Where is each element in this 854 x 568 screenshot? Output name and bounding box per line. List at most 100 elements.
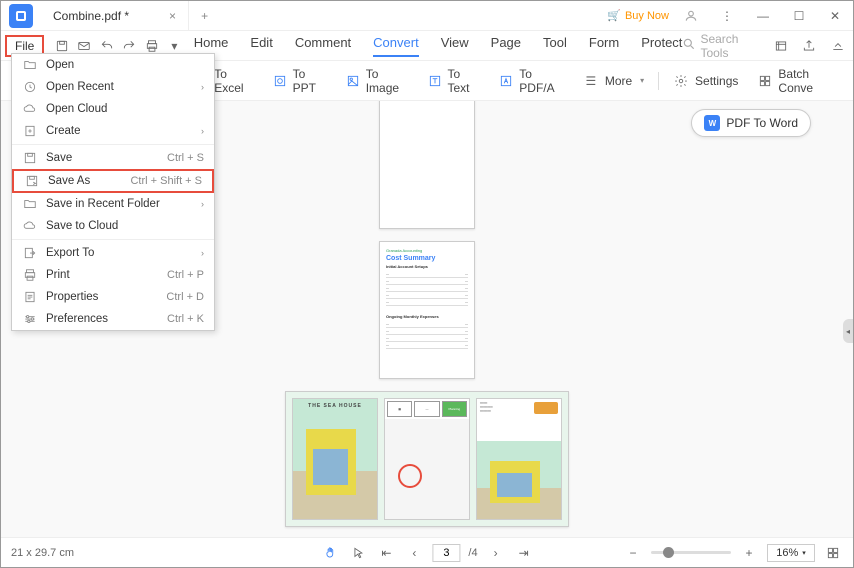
- cloud-icon: [22, 102, 38, 116]
- more-label: More: [605, 74, 632, 88]
- to-text-label: To Text: [448, 67, 480, 95]
- page-thumbnail-3[interactable]: THE SEA HOUSE ▦ — Planning ━━━━━━━━━━━━━…: [285, 391, 569, 527]
- minimize-button[interactable]: —: [749, 2, 777, 30]
- settings-button[interactable]: Settings: [665, 69, 746, 93]
- batch-convert-label: Batch Conve: [778, 67, 837, 95]
- tab-tool[interactable]: Tool: [543, 35, 567, 57]
- image-icon: [346, 73, 360, 89]
- menu-open-recent-label: Open Recent: [46, 81, 201, 93]
- open-file-icon[interactable]: [770, 34, 792, 58]
- table-row: ——: [386, 342, 468, 349]
- ppt-icon: [273, 73, 287, 89]
- search-tools[interactable]: Search Tools: [682, 32, 763, 60]
- menu-open-recent[interactable]: Open Recent›: [12, 76, 214, 98]
- zoom-in-button[interactable]: +: [739, 543, 759, 563]
- to-pdfa-button[interactable]: To PDF/A: [491, 63, 571, 99]
- to-ppt-button[interactable]: To PPT: [265, 63, 334, 99]
- titlebar: Combine.pdf * × + 🛒 Buy Now ⋮ — ☐ ✕: [1, 1, 853, 31]
- menu-open-label: Open: [46, 59, 204, 71]
- tab-convert[interactable]: Convert: [373, 35, 419, 57]
- menu-print-shortcut: Ctrl + P: [167, 269, 204, 281]
- menu-save-cloud[interactable]: Save to Cloud: [12, 215, 214, 237]
- file-label: File: [15, 39, 34, 53]
- close-tab-icon[interactable]: ×: [169, 9, 176, 23]
- file-dropdown-menu: Open Open Recent› Open Cloud Create› Sav…: [11, 53, 215, 331]
- zoom-level-display[interactable]: 16%▾: [767, 544, 815, 562]
- chevron-right-icon: ›: [201, 248, 204, 258]
- more-icon[interactable]: ⋮: [713, 2, 741, 30]
- menu-create[interactable]: Create›: [12, 120, 214, 142]
- page-dimensions: 21 x 29.7 cm: [11, 547, 74, 559]
- select-tool-icon[interactable]: [348, 543, 368, 563]
- hand-tool-icon[interactable]: [320, 543, 340, 563]
- menu-export-to[interactable]: Export To›: [12, 242, 214, 264]
- pdf-to-word-button[interactable]: W PDF To Word: [691, 109, 811, 137]
- menu-properties[interactable]: PropertiesCtrl + D: [12, 286, 214, 308]
- menu-save-cloud-label: Save to Cloud: [46, 220, 204, 232]
- page-thumbnail-2[interactable]: Granada Accounting Cost Summary Initial …: [379, 241, 475, 379]
- menu-print[interactable]: PrintCtrl + P: [12, 264, 214, 286]
- page2-header: Granada Accounting: [386, 248, 468, 253]
- page2-subtitle-2: Ongoing Monthly Expenses: [386, 314, 468, 319]
- collapse-ribbon-icon[interactable]: [827, 34, 849, 58]
- menu-preferences-shortcut: Ctrl + K: [167, 313, 204, 325]
- page-thumbnail-1[interactable]: ━━━━━━━━━━━━: [379, 101, 475, 229]
- tab-form[interactable]: Form: [589, 35, 619, 57]
- user-icon[interactable]: [677, 2, 705, 30]
- to-text-button[interactable]: To Text: [420, 63, 488, 99]
- page3-panel-3: ━━━━━━━━━━━━━━━━━: [476, 398, 562, 520]
- export-icon: [22, 246, 38, 260]
- gear-icon: [673, 73, 689, 89]
- tab-view[interactable]: View: [441, 35, 469, 57]
- tab-protect[interactable]: Protect: [641, 35, 682, 57]
- menu-open-cloud[interactable]: Open Cloud: [12, 98, 214, 120]
- next-page-button[interactable]: ›: [486, 543, 506, 563]
- page-total: /4: [468, 547, 477, 559]
- menu-save-recent-label: Save in Recent Folder: [46, 198, 201, 210]
- page3-panel-2: ▦ — Planning: [384, 398, 470, 520]
- to-excel-label: To Excel: [214, 67, 252, 95]
- last-page-button[interactable]: ⇥: [514, 543, 534, 563]
- page-number-input[interactable]: [432, 544, 460, 562]
- more-button[interactable]: ☰More▾: [575, 69, 652, 93]
- menu-open[interactable]: Open: [12, 54, 214, 76]
- document-tab[interactable]: Combine.pdf * ×: [41, 1, 189, 31]
- share-icon[interactable]: [798, 34, 820, 58]
- menu-properties-label: Properties: [46, 291, 166, 303]
- first-page-button[interactable]: ⇤: [376, 543, 396, 563]
- scroll-handle[interactable]: ◂: [843, 319, 853, 343]
- to-image-button[interactable]: To Image: [338, 63, 416, 99]
- maximize-button[interactable]: ☐: [785, 2, 813, 30]
- buy-now-button[interactable]: 🛒 Buy Now: [607, 9, 669, 22]
- menu-save-as-shortcut: Ctrl + Shift + S: [130, 175, 202, 187]
- page1-header: ━━━━━━━━━━━━: [386, 101, 468, 103]
- separator: [12, 239, 214, 240]
- menu-preferences[interactable]: PreferencesCtrl + K: [12, 308, 214, 330]
- menu-save-recent[interactable]: Save in Recent Folder›: [12, 193, 214, 215]
- batch-convert-button[interactable]: Batch Conve: [750, 63, 845, 99]
- table-row: ——: [386, 321, 468, 328]
- zoom-out-button[interactable]: −: [623, 543, 643, 563]
- cart-icon: 🛒: [607, 9, 621, 22]
- tab-comment[interactable]: Comment: [295, 35, 351, 57]
- to-ppt-label: To PPT: [293, 67, 326, 95]
- zoom-slider-thumb[interactable]: [663, 547, 674, 558]
- table-row: ——: [386, 292, 468, 299]
- prev-page-button[interactable]: ‹: [404, 543, 424, 563]
- tab-edit[interactable]: Edit: [250, 35, 272, 57]
- add-tab-button[interactable]: +: [189, 9, 220, 23]
- batch-icon: [758, 73, 772, 89]
- folder-icon: [22, 58, 38, 72]
- chevron-down-icon: ▾: [640, 76, 644, 85]
- menu-save-as[interactable]: Save AsCtrl + Shift + S: [12, 169, 214, 193]
- close-window-button[interactable]: ✕: [821, 2, 849, 30]
- clock-icon: [22, 80, 38, 94]
- zoom-slider[interactable]: [651, 551, 731, 554]
- info-box-green: Planning: [442, 401, 467, 417]
- fit-page-icon[interactable]: [823, 543, 843, 563]
- tab-page[interactable]: Page: [491, 35, 521, 57]
- info-box: ▦: [387, 401, 412, 417]
- app-icon: [9, 4, 33, 28]
- menu-save[interactable]: SaveCtrl + S: [12, 147, 214, 169]
- info-box: —: [414, 401, 439, 417]
